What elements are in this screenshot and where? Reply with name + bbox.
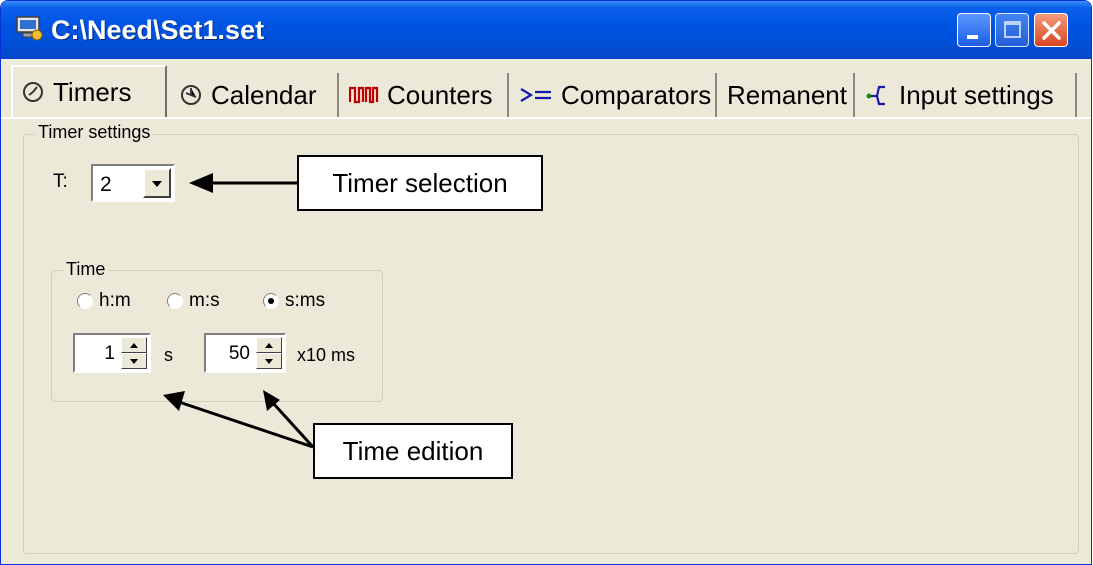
tab-label: Calendar	[211, 79, 317, 110]
tab-divider	[1, 117, 1091, 119]
radio-circle[interactable]	[263, 293, 279, 309]
arrow-up-icon	[130, 343, 138, 348]
arrow-up-icon	[265, 343, 273, 348]
app-window: C:\Need\Set1.set Timers Calendar Counter…	[0, 0, 1092, 565]
tab-calendar[interactable]: Calendar	[171, 73, 339, 117]
radio-s-ms[interactable]: s:ms	[263, 290, 325, 312]
chevron-down-icon	[152, 181, 162, 187]
timer-select[interactable]: 2	[91, 164, 175, 202]
radio-label: s:ms	[285, 290, 326, 311]
tab-comparators[interactable]: Comparators	[511, 73, 717, 117]
timer-select-value: 2	[100, 173, 112, 196]
tab-strip: Timers Calendar Counters Comparators Rem…	[1, 61, 1091, 117]
seconds-increment-button[interactable]	[121, 337, 147, 353]
tab-label: Comparators	[561, 79, 712, 110]
app-icon	[16, 16, 43, 41]
ms-spinner[interactable]: 50	[204, 333, 286, 373]
radio-h-m[interactable]: h:m	[77, 290, 131, 312]
comparator-icon	[519, 84, 553, 106]
radio-circle[interactable]	[167, 293, 183, 309]
time-legend: Time	[63, 259, 109, 280]
seconds-unit: s	[164, 345, 173, 365]
tab-timers[interactable]: Timers	[11, 65, 167, 117]
timer-selection-callout: Timer selection	[297, 155, 543, 211]
seconds-value[interactable]: 1	[104, 343, 115, 365]
tab-label: Counters	[387, 79, 493, 110]
ms-value[interactable]: 50	[229, 343, 250, 365]
tab-remanent[interactable]: Remanent	[719, 73, 855, 117]
window-title: C:\Need\Set1.set	[51, 15, 265, 45]
clock-icon	[179, 83, 203, 107]
close-icon	[1042, 21, 1061, 40]
arrow-down-icon	[265, 359, 273, 364]
radio-m-s[interactable]: m:s	[167, 290, 220, 312]
time-edition-callout: Time edition	[313, 423, 513, 479]
close-button[interactable]	[1034, 13, 1068, 47]
ms-unit: x10 ms	[297, 345, 356, 365]
pulse-counter-icon	[349, 84, 379, 106]
maximize-icon	[1004, 21, 1021, 38]
timer-settings-legend: Timer settings	[35, 122, 154, 143]
seconds-decrement-button[interactable]	[121, 353, 147, 369]
tab-label: Timers	[53, 76, 132, 107]
radio-label: m:s	[189, 290, 220, 311]
radio-circle[interactable]	[77, 293, 93, 309]
tab-label: Remanent	[727, 79, 847, 110]
timer-t-label: T:	[53, 171, 68, 192]
arrow-down-icon	[130, 359, 138, 364]
radio-label: h:m	[99, 290, 131, 311]
maximize-button[interactable]	[995, 13, 1029, 47]
ms-decrement-button[interactable]	[256, 353, 282, 369]
tab-label: Input settings	[899, 79, 1054, 110]
dropdown-button[interactable]	[143, 168, 171, 198]
stopwatch-icon	[21, 80, 45, 104]
minimize-button[interactable]	[957, 13, 991, 47]
title-bar[interactable]: C:\Need\Set1.set	[1, 1, 1091, 59]
seconds-spinner[interactable]: 1	[73, 333, 151, 373]
input-branch-icon	[865, 84, 891, 106]
ms-increment-button[interactable]	[256, 337, 282, 353]
tab-counters[interactable]: Counters	[341, 73, 509, 117]
tab-input-settings[interactable]: Input settings	[857, 73, 1077, 117]
minimize-icon	[967, 35, 978, 39]
